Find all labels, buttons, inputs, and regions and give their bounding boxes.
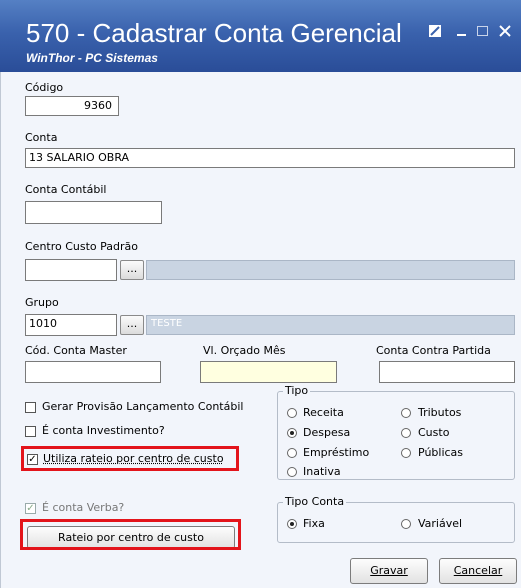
grupo-description: TESTE [146,315,515,335]
form-body: Código 9360 Conta 13 SALARIO OBRA Conta … [0,72,521,588]
conta-input[interactable]: 13 SALARIO OBRA [25,148,515,168]
tipo-publicas-label: Públicas [418,446,464,459]
vl-orcado-input[interactable] [200,361,337,383]
conta-verba-checkbox[interactable]: ✓ [25,503,36,514]
tipo-conta-legend: Tipo Conta [283,495,347,508]
tipo-receita-label: Receita [303,406,344,419]
vl-orcado-label: Vl. Orçado Mês [203,344,286,357]
window-subtitle: WinThor - PC Sistemas [26,51,158,65]
tipo-inativa-radio[interactable] [287,467,297,477]
grupo-lookup-button[interactable]: ... [120,315,144,335]
tipo-custo-radio[interactable] [401,428,411,438]
conta-investimento-label: É conta Investimento? [42,424,165,437]
tipo-tributos-label: Tributos [418,406,462,419]
conta-contabil-input[interactable] [25,201,162,224]
tipo-inativa-label: Inativa [303,465,341,478]
tipo-publicas-radio[interactable] [401,448,411,458]
tipo-despesa-label: Despesa [303,426,351,439]
tipo-emprestimo-label: Empréstimo [303,446,370,459]
window-title: 570 - Cadastrar Conta Gerencial [26,18,402,48]
codigo-label: Código [25,81,64,94]
tipo-conta-variavel-radio[interactable] [401,519,411,529]
minimize-icon[interactable] [456,24,468,41]
tipo-receita-radio[interactable] [287,408,297,418]
tipo-conta-fixa-label: Fixa [303,517,325,530]
cod-conta-master-label: Cód. Conta Master [25,344,127,357]
close-icon[interactable] [498,24,512,41]
centro-custo-description [146,260,515,280]
highlight-rateio-button [20,519,241,550]
grupo-input[interactable]: 1010 [25,314,117,336]
title-bar: 570 - Cadastrar Conta Gerencial WinThor … [0,0,521,72]
conta-label: Conta [25,131,58,144]
tipo-custo-label: Custo [418,426,450,439]
edit-icon[interactable] [428,24,442,41]
centro-custo-label: Centro Custo Padrão [25,240,139,253]
maximize-icon[interactable] [476,24,490,41]
grupo-label: Grupo [25,296,59,309]
conta-verba-label: É conta Verba? [42,501,125,514]
left-border [0,72,1,588]
tipo-despesa-radio[interactable] [287,428,297,438]
centro-custo-lookup-button[interactable]: ... [120,260,144,280]
gerar-provisao-label: Gerar Provisão Lançamento Contábil [42,400,244,413]
conta-contabil-label: Conta Contábil [25,183,107,196]
tipo-conta-variavel-label: Variável [418,517,463,530]
gerar-provisao-checkbox[interactable] [25,402,36,413]
gravar-button[interactable]: Gravar [350,558,428,584]
conta-investimento-checkbox[interactable] [25,426,36,437]
tipo-conta-fixa-radio[interactable] [287,519,297,529]
conta-contra-label: Conta Contra Partida [376,344,491,357]
highlight-utiliza-rateio [21,446,239,471]
tipo-emprestimo-radio[interactable] [287,448,297,458]
centro-custo-input[interactable] [25,259,117,281]
cancelar-button[interactable]: Cancelar [439,558,517,584]
codigo-input[interactable]: 9360 [25,96,119,116]
tipo-legend: Tipo [283,384,311,397]
tipo-tributos-radio[interactable] [401,408,411,418]
cod-conta-master-input[interactable] [25,361,161,383]
conta-contra-input[interactable] [379,361,515,383]
